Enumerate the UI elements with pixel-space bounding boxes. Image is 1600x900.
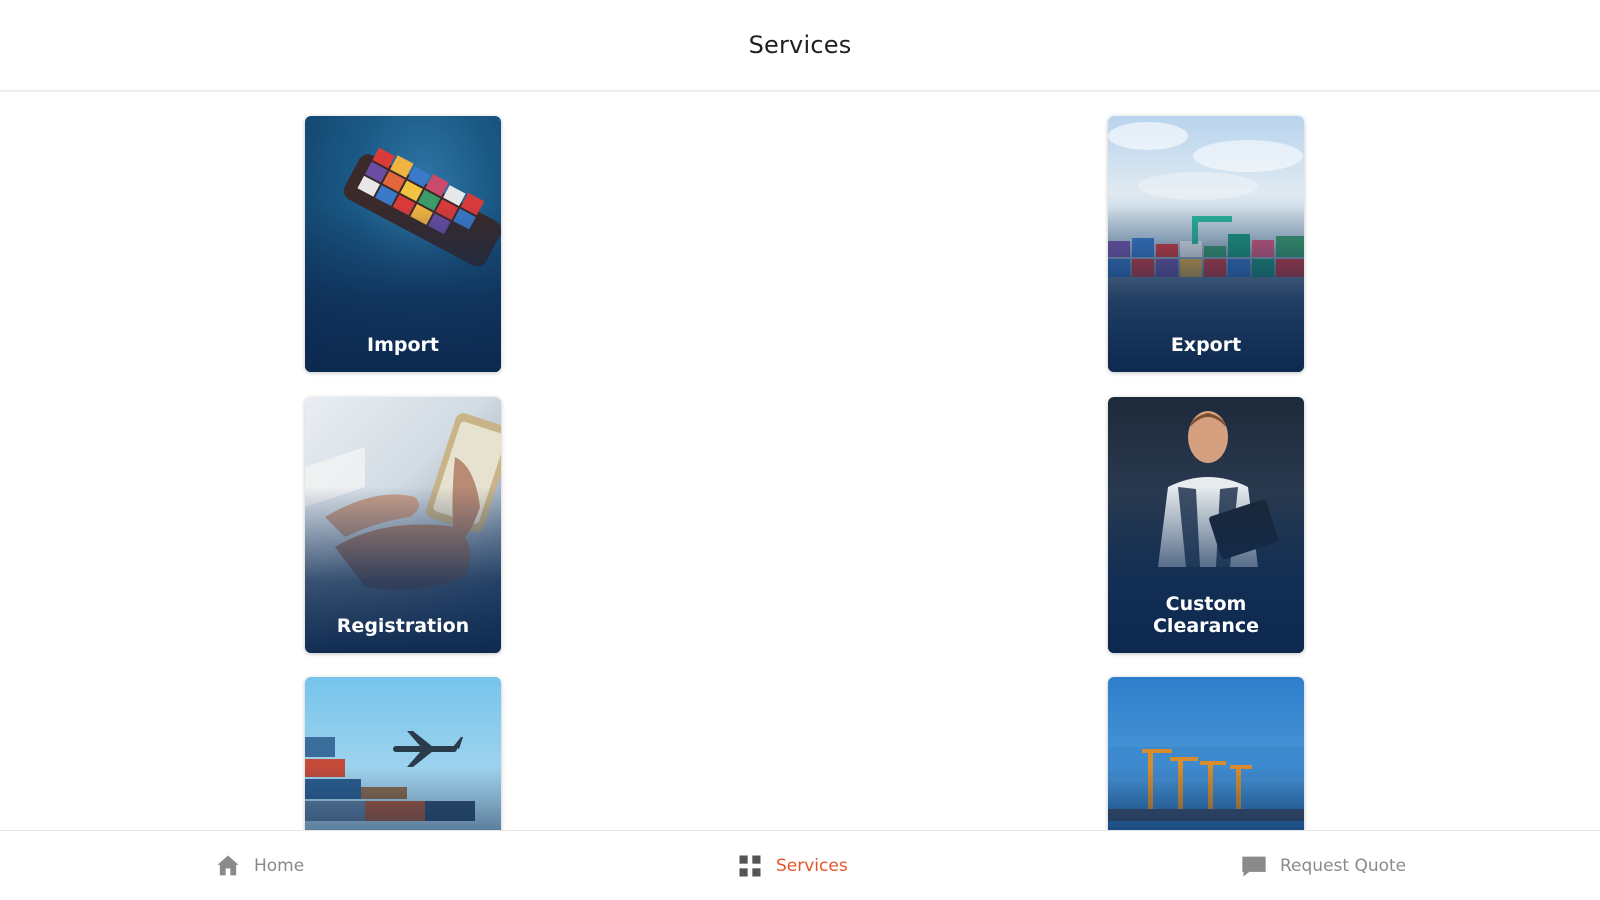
page-title: Services [748, 31, 852, 59]
air-freight-service-card[interactable] [305, 677, 501, 830]
custom-clearance-service-card[interactable]: Custom Clearance [1108, 397, 1304, 653]
card-label: Import [367, 334, 439, 356]
bottom-navigation: Home Services Request Quote [0, 830, 1600, 900]
nav-home-label: Home [254, 856, 305, 876]
card-label: Export [1170, 334, 1242, 356]
nav-services[interactable]: Services [736, 831, 848, 900]
home-icon [217, 855, 239, 876]
services-grid[interactable]: Import Export Registration Custom Cleara… [0, 94, 1600, 830]
nav-request-quote-label: Request Quote [1280, 856, 1407, 876]
registration-service-card[interactable]: Registration [305, 397, 501, 653]
nav-services-label: Services [776, 856, 848, 876]
card-label: Custom Clearance [1152, 593, 1260, 637]
nav-home[interactable]: Home [214, 831, 304, 900]
chat-icon [1242, 856, 1266, 877]
grid-icon [739, 855, 761, 877]
import-service-card[interactable]: Import [305, 116, 501, 372]
app-header: Services [0, 0, 1600, 92]
card-label: Registration [336, 615, 470, 637]
nav-request-quote[interactable]: Request Quote [1240, 831, 1406, 900]
sea-freight-service-card[interactable] [1108, 677, 1304, 830]
export-service-card[interactable]: Export [1108, 116, 1304, 372]
